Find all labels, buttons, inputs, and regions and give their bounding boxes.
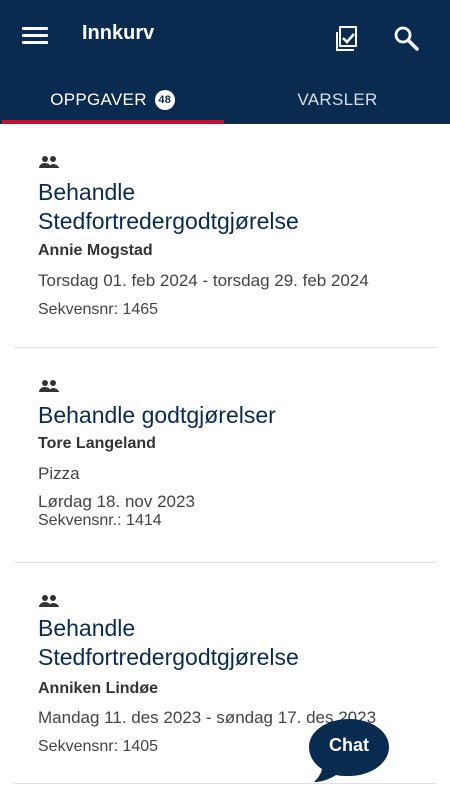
task-date: Lørdag 18. nov 2023 xyxy=(38,492,195,511)
people-icon xyxy=(39,595,59,607)
task-title-line: Behandle xyxy=(38,179,136,205)
task-sequence: Sekvensnr: 1405 xyxy=(38,738,159,755)
task-description: Pizza xyxy=(38,464,80,483)
task-list: Behandle Stedfortredergodtgjørelse Annie… xyxy=(0,124,450,784)
chat-button[interactable]: Chat xyxy=(309,719,389,782)
chat-label: Chat xyxy=(329,735,369,755)
task-count-badge: 48 xyxy=(154,90,175,110)
people-icon xyxy=(39,380,59,392)
toolbar: Innkurv xyxy=(0,0,450,76)
tab-alerts[interactable]: VARSLER xyxy=(225,76,450,124)
task-sequence: Sekvensnr: 1465 xyxy=(38,301,159,318)
task-period: Torsdag 01. feb 2024 - torsdag 29. feb 2… xyxy=(38,271,369,290)
hamburger-menu-icon[interactable] xyxy=(22,26,48,46)
tab-bar: OPPGAVER 48 VARSLER xyxy=(0,76,450,124)
checklist-icon[interactable] xyxy=(333,24,363,54)
task-person-name: Anniken Lindøe xyxy=(38,680,158,697)
tab-tasks-label: OPPGAVER xyxy=(50,90,147,109)
checklist-icon-graphic xyxy=(336,26,357,51)
task-title: Behandle Stedfortredergodtgjørelse xyxy=(38,614,428,672)
task-person-name: Tore Langeland xyxy=(38,435,156,452)
task-title: Behandle godtgjørelser xyxy=(38,402,276,428)
search-icon-graphic xyxy=(394,26,419,51)
task-title: Behandle Stedfortredergodtgjørelse xyxy=(38,178,428,236)
task-card[interactable]: Behandle godtgjørelser Tore Langeland Pi… xyxy=(14,348,436,563)
people-icon xyxy=(39,156,59,168)
task-title-line: Stedfortredergodtgjørelse xyxy=(38,208,299,234)
task-card[interactable]: Behandle Stedfortredergodtgjørelse Annie… xyxy=(14,124,436,348)
task-title-line: Stedfortredergodtgjørelse xyxy=(38,644,299,670)
task-person-name: Annie Mogstad xyxy=(38,242,153,259)
task-title-line: Behandle xyxy=(38,615,136,641)
task-sequence: Sekvensnr.: 1414 xyxy=(38,512,162,529)
search-icon[interactable] xyxy=(392,24,422,54)
tab-tasks[interactable]: OPPGAVER 48 xyxy=(0,76,225,124)
page-title: Innkurv xyxy=(82,22,155,44)
tab-alerts-label: VARSLER xyxy=(297,90,378,109)
app-bar: Innkurv OPPGAVER 48 VARSLER xyxy=(0,0,450,124)
